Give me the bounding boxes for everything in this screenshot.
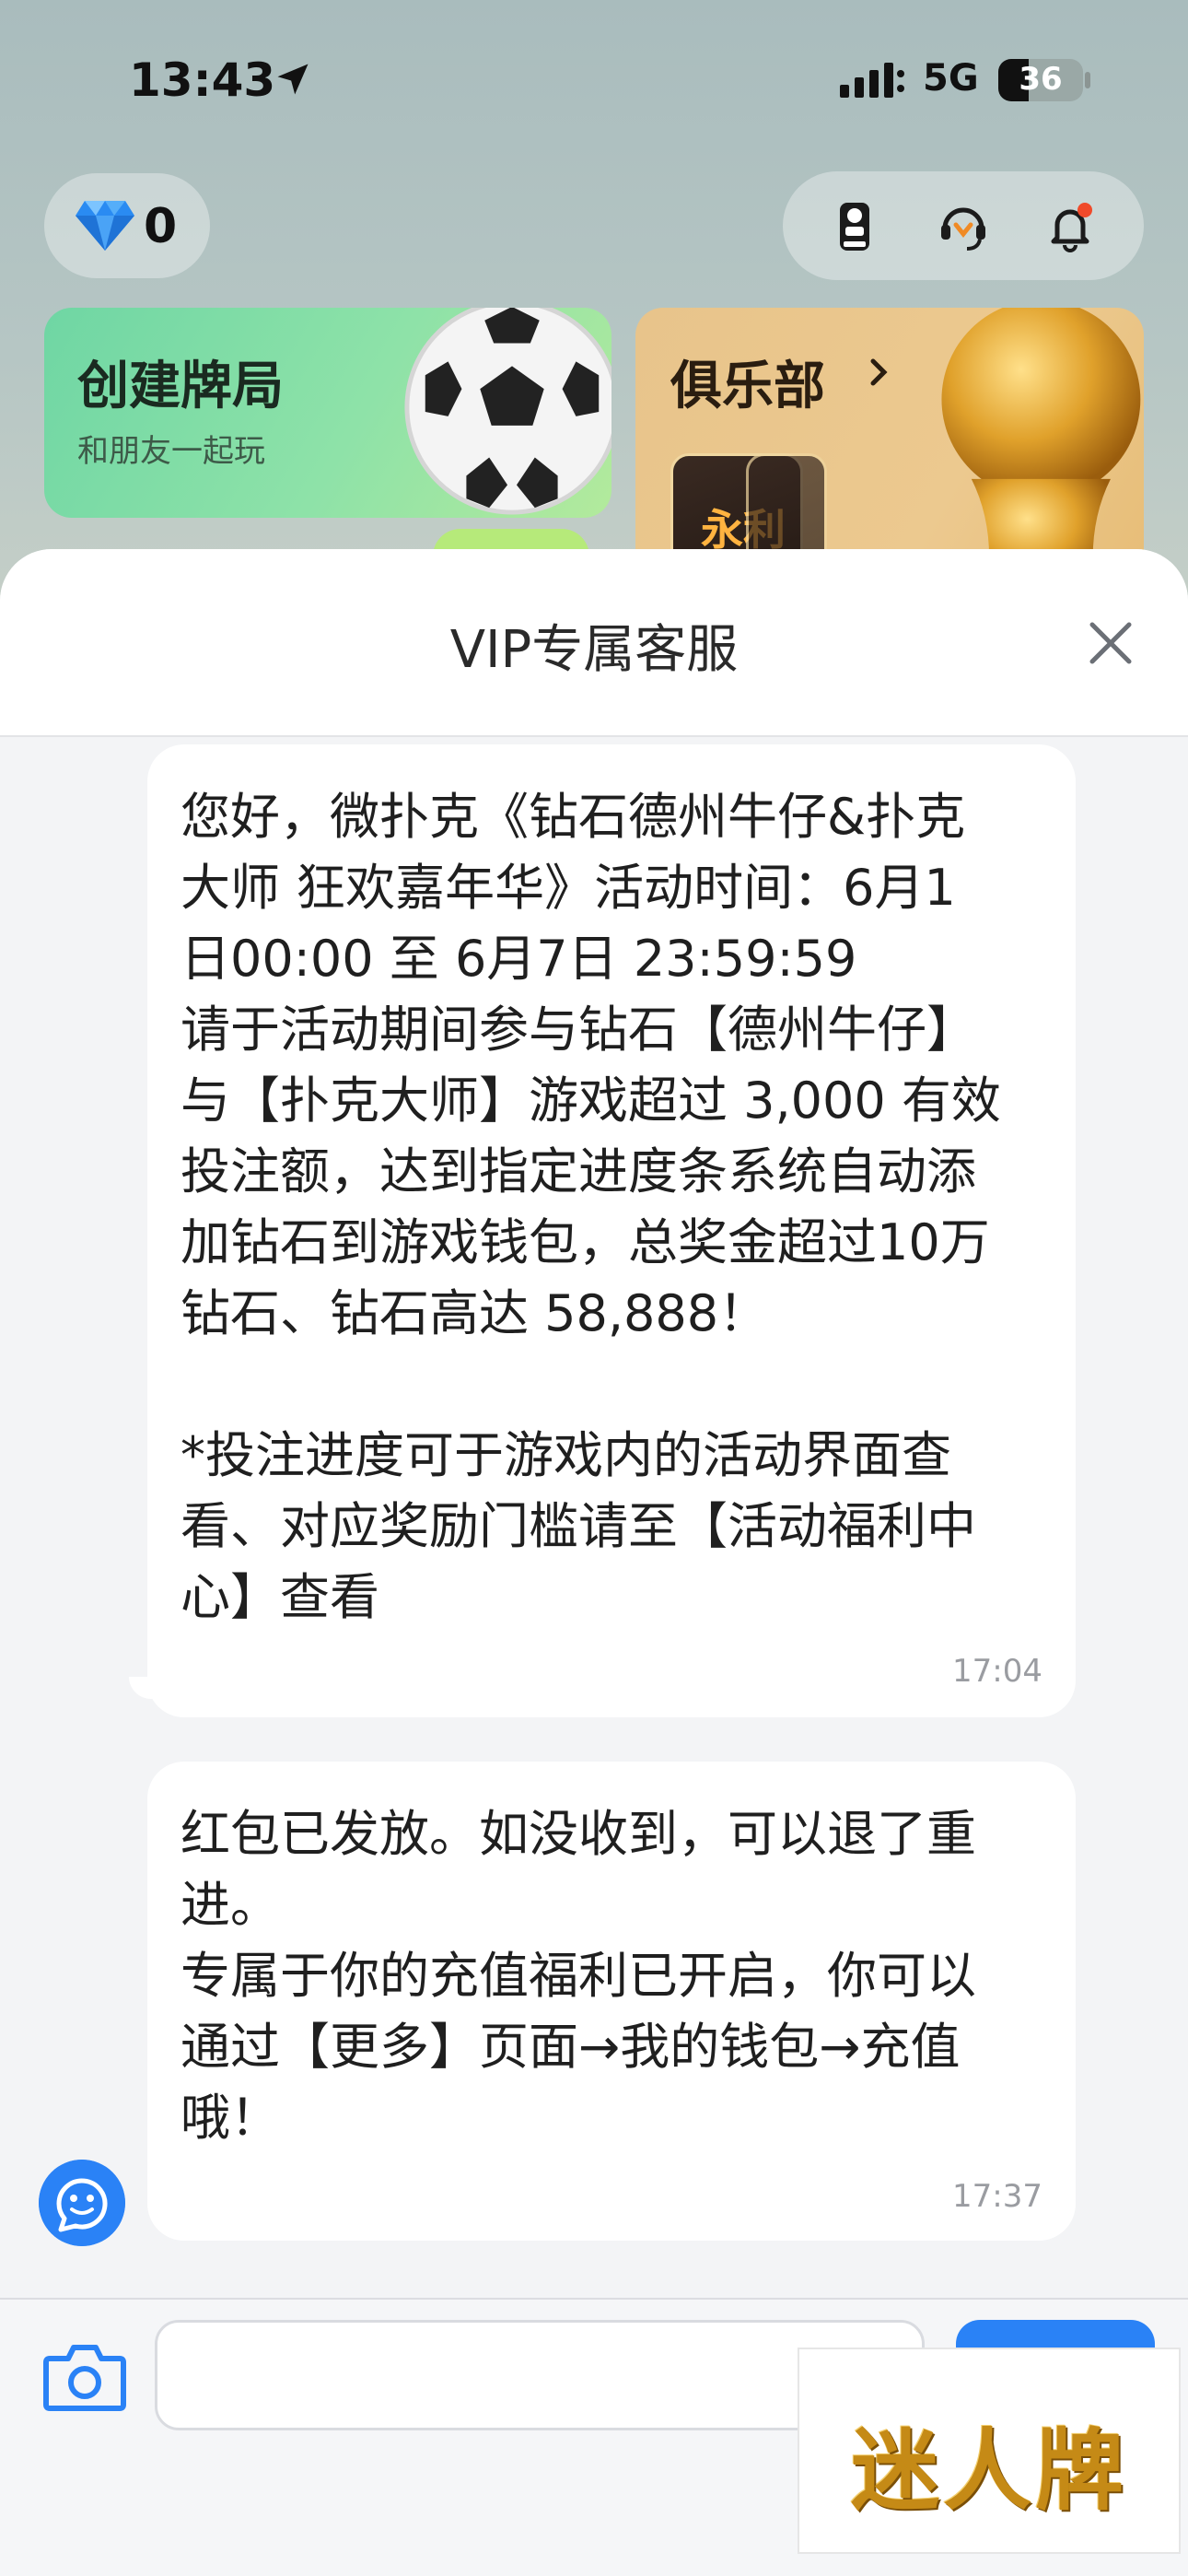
top-right-icon-group	[783, 171, 1144, 280]
location-arrow-icon	[277, 64, 309, 95]
signal-icon	[840, 63, 904, 98]
chat-message-bubble: 您好，微扑克《钻石德州牛仔&扑克 大师 狂欢嘉年华》活动时间：6月1 日00:0…	[147, 744, 1076, 1717]
diamond-balance[interactable]: 0	[44, 173, 210, 278]
bell-icon[interactable]	[1042, 199, 1098, 254]
create-game-card[interactable]: 创建牌局 和朋友一起玩	[44, 308, 611, 518]
vip-service-sheet: VIP专属客服 您好，微扑克《钻石德州牛仔&扑克 大师 狂欢嘉年华》活动时间：6…	[0, 549, 1188, 2576]
club-title: 俱乐部	[670, 357, 825, 416]
support-agent-icon[interactable]	[936, 199, 991, 254]
camera-icon[interactable]	[41, 2336, 129, 2416]
chat-message-time: 17:04	[952, 1653, 1042, 1690]
chat-message-text: 您好，微扑克《钻石德州牛仔&扑克 大师 狂欢嘉年华》活动时间：6月1 日00:0…	[181, 788, 1001, 1626]
chat-message-time: 17:37	[952, 2178, 1042, 2215]
chat-message-text: 红包已发放。如没收到，可以退了重 进。 专属于你的充值福利已开启，你可以 通过【…	[181, 1805, 976, 2147]
diamond-icon	[76, 201, 134, 251]
sheet-header: VIP专属客服	[0, 549, 1188, 737]
watermark-text: 迷人牌	[851, 2418, 1127, 2523]
fifa-icon[interactable]	[827, 199, 882, 254]
sheet-title: VIP专属客服	[449, 620, 739, 680]
network-type: 5G	[923, 57, 979, 100]
create-game-subtitle: 和朋友一起玩	[77, 433, 265, 470]
status-bar: 13:43 5G 36	[0, 0, 1188, 166]
close-icon[interactable]	[1083, 615, 1138, 671]
bubble-tail	[129, 1677, 166, 1699]
chevron-right-icon	[870, 358, 888, 386]
status-time: 13:43	[129, 53, 276, 107]
battery-tip	[1085, 72, 1090, 88]
chat-message-bubble: 红包已发放。如没收到，可以退了重 进。 专属于你的充值福利已开启，你可以 通过【…	[147, 1762, 1076, 2241]
diamond-count: 0	[144, 199, 178, 254]
soccer-ball-icon	[404, 308, 611, 515]
battery-level: 36	[1019, 61, 1063, 98]
create-game-title: 创建牌局	[77, 357, 284, 416]
background-app-screen: 13:43 5G 36 0 创建牌局 和朋友一起玩 俱乐部 永利	[0, 0, 1188, 645]
battery-icon: 36	[998, 59, 1083, 101]
agent-avatar-icon[interactable]	[39, 2160, 125, 2246]
watermark-logo: 迷人牌	[798, 2348, 1181, 2554]
